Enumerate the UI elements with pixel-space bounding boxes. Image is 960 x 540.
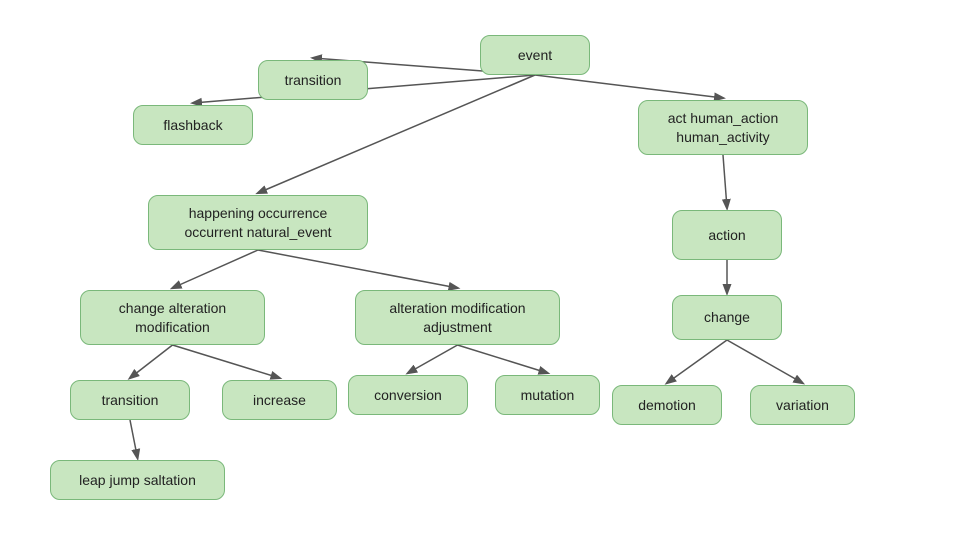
node-demotion: demotion (612, 385, 722, 425)
node-act_human: act human_action human_activity (638, 100, 808, 155)
node-leap: leap jump saltation (50, 460, 225, 500)
node-conversion: conversion (348, 375, 468, 415)
graph-container: eventtransitionflashbackact human_action… (0, 0, 960, 540)
node-happening: happening occurrence occurrent natural_e… (148, 195, 368, 250)
node-transition2: transition (70, 380, 190, 420)
node-mutation: mutation (495, 375, 600, 415)
node-event: event (480, 35, 590, 75)
node-change: change (672, 295, 782, 340)
node-flashback: flashback (133, 105, 253, 145)
node-alt_mod: alteration modification adjustment (355, 290, 560, 345)
node-transition1: transition (258, 60, 368, 100)
node-variation: variation (750, 385, 855, 425)
node-action: action (672, 210, 782, 260)
node-change_alt: change alteration modification (80, 290, 265, 345)
arrows-svg (0, 0, 960, 540)
node-increase: increase (222, 380, 337, 420)
